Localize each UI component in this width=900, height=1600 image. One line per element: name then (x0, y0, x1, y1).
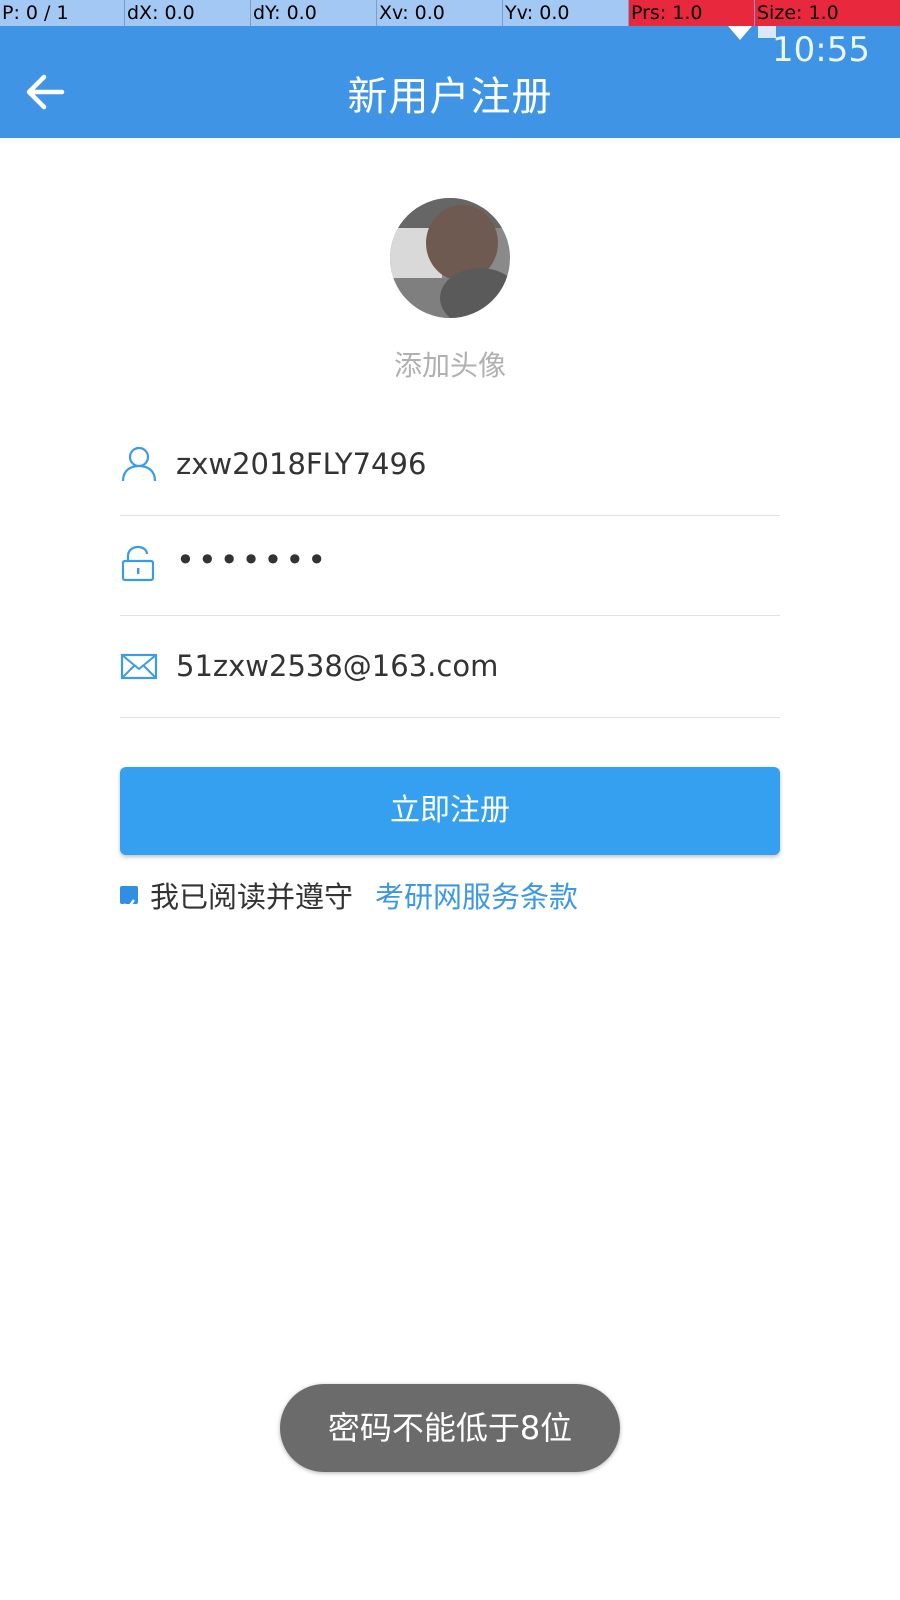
agreement-row: 我已阅读并遵守 考研网服务条款 (120, 875, 578, 915)
page-title: 新用户注册 (347, 74, 553, 120)
agreement-text: 我已阅读并遵守 (150, 880, 354, 914)
email-input[interactable] (176, 649, 766, 683)
password-input[interactable]: ••••••• (176, 541, 766, 579)
add-avatar-label[interactable]: 添加头像 (0, 344, 900, 384)
register-screen: P: 0 / 1 dX: 0.0 dY: 0.0 Xv: 0.0 Yv: 0.0… (0, 0, 900, 1600)
pointer-debug-bar: P: 0 / 1 dX: 0.0 dY: 0.0 Xv: 0.0 Yv: 0.0… (0, 0, 900, 26)
debug-dx: dX: 0.0 (125, 0, 251, 26)
debug-pointer: P: 0 / 1 (0, 0, 125, 26)
agreement-checkbox[interactable] (120, 886, 138, 910)
username-input[interactable] (176, 447, 766, 481)
email-row (120, 617, 780, 718)
avatar-button[interactable] (390, 198, 510, 318)
debug-xv: Xv: 0.0 (377, 0, 503, 26)
username-row (120, 415, 780, 516)
debug-dy: dY: 0.0 (251, 0, 377, 26)
debug-yv: Yv: 0.0 (503, 0, 629, 26)
password-row: ••••••• (120, 515, 780, 616)
wifi-icon (728, 26, 752, 40)
avatar-photo (390, 198, 510, 318)
status-icons (680, 26, 780, 42)
check-icon (123, 899, 135, 910)
toast-message: 密码不能低于8位 (280, 1384, 620, 1472)
app-header: 10:55 新用户注册 (0, 26, 900, 138)
debug-size: Size: 1.0 (755, 0, 900, 26)
terms-link[interactable]: 考研网服务条款 (375, 874, 578, 916)
lock-icon (120, 545, 158, 583)
register-button[interactable]: 立即注册 (120, 767, 780, 855)
user-icon (120, 445, 158, 483)
mail-icon (120, 647, 158, 685)
debug-pressure: Prs: 1.0 (629, 0, 755, 26)
